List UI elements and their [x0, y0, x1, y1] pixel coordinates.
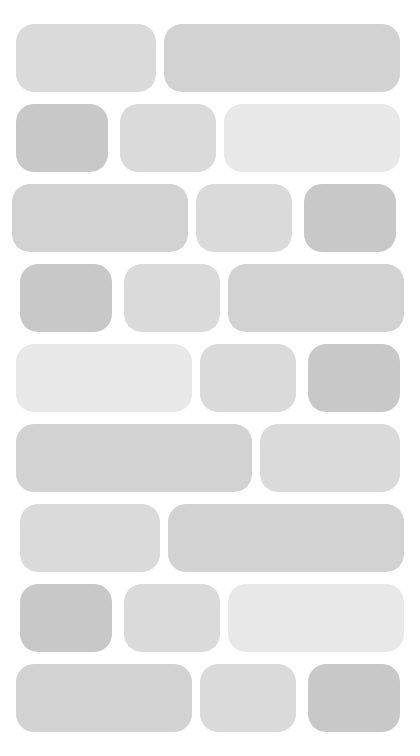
skeleton-placeholder: [12, 184, 188, 252]
skeleton-placeholder: [20, 504, 160, 572]
skeleton-loading-screen: [0, 0, 420, 756]
skeleton-row: [0, 24, 420, 92]
skeleton-placeholder: [196, 184, 292, 252]
skeleton-row: [0, 344, 420, 412]
skeleton-placeholder: [200, 344, 296, 412]
skeleton-placeholder: [260, 424, 400, 492]
skeleton-placeholder: [16, 424, 252, 492]
skeleton-placeholder: [168, 504, 404, 572]
skeleton-placeholder: [304, 184, 396, 252]
skeleton-placeholder: [16, 664, 192, 732]
skeleton-placeholder: [16, 344, 192, 412]
skeleton-row: [0, 424, 420, 492]
skeleton-placeholder: [308, 344, 400, 412]
skeleton-placeholder: [228, 584, 404, 652]
skeleton-row: [0, 664, 420, 732]
skeleton-placeholder: [124, 584, 220, 652]
skeleton-placeholder: [16, 24, 156, 92]
skeleton-placeholder: [20, 264, 112, 332]
skeleton-row: [0, 584, 420, 652]
skeleton-placeholder: [224, 104, 400, 172]
skeleton-placeholder: [120, 104, 216, 172]
skeleton-placeholder: [16, 104, 108, 172]
skeleton-row: [0, 184, 420, 252]
skeleton-placeholder: [308, 664, 400, 732]
skeleton-row: [0, 504, 420, 572]
skeleton-placeholder: [20, 584, 112, 652]
skeleton-row: [0, 264, 420, 332]
skeleton-placeholder: [124, 264, 220, 332]
skeleton-placeholder: [228, 264, 404, 332]
skeleton-placeholder: [164, 24, 400, 92]
skeleton-row: [0, 104, 420, 172]
skeleton-placeholder: [200, 664, 296, 732]
